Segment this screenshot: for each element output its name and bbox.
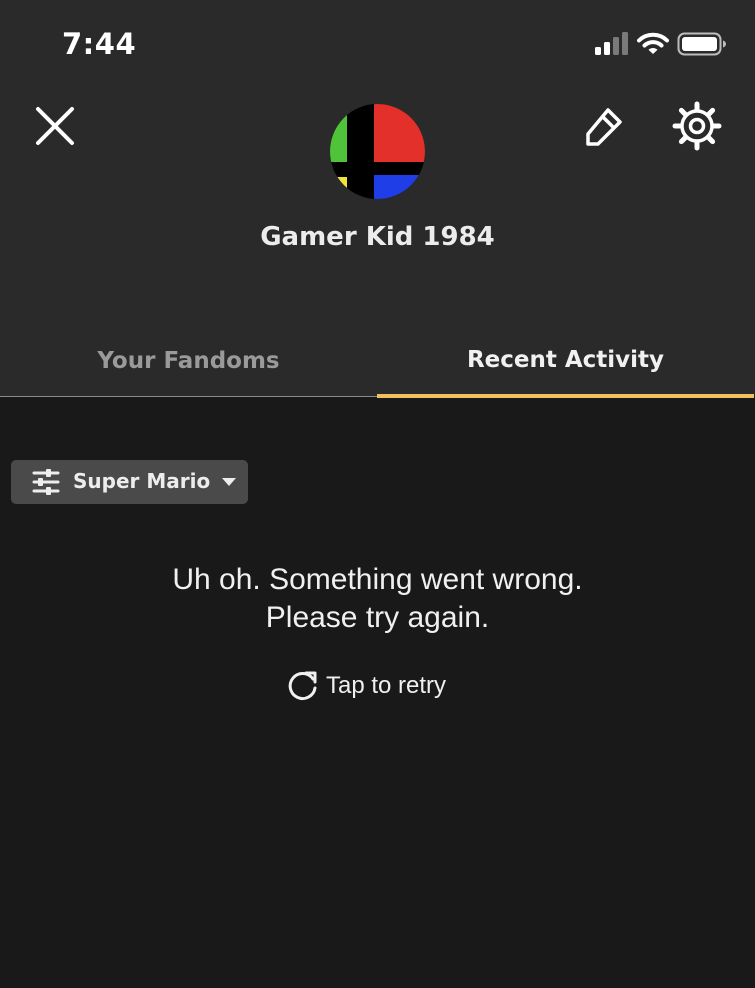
fandom-filter-dropdown[interactable]: Super Mario xyxy=(11,460,248,504)
avatar-image xyxy=(330,104,425,199)
status-time: 7:44 xyxy=(62,27,137,61)
avatar[interactable] xyxy=(330,104,425,199)
pencil-icon xyxy=(586,108,622,146)
close-icon xyxy=(36,107,74,145)
profile-header: 7:44 Gamer Kid 1984 Your Fandoms Recent … xyxy=(0,0,755,398)
settings-button[interactable] xyxy=(672,101,722,151)
gear-icon xyxy=(672,101,722,151)
close-button[interactable] xyxy=(33,104,77,148)
profile-screen: 7:44 Gamer Kid 1984 Your Fandoms Recent … xyxy=(0,0,755,988)
cellular-signal-icon xyxy=(595,32,628,55)
retry-label: Tap to retry xyxy=(326,672,447,699)
caret-down-icon xyxy=(222,478,236,486)
status-icons xyxy=(593,32,728,58)
battery-icon xyxy=(677,32,726,56)
wifi-icon xyxy=(637,32,669,54)
username: Gamer Kid 1984 xyxy=(260,222,495,252)
filter-label: Super Mario xyxy=(73,469,211,493)
refresh-icon xyxy=(288,671,317,701)
edit-profile-button[interactable] xyxy=(582,104,626,148)
sliders-icon xyxy=(32,469,60,495)
tab-recent-activity[interactable]: Recent Activity xyxy=(377,325,754,398)
retry-button[interactable]: Tap to retry xyxy=(286,668,446,704)
error-message: Uh oh. Something went wrong. Please try … xyxy=(172,563,583,634)
tab-your-fandoms[interactable]: Your Fandoms xyxy=(0,325,377,397)
